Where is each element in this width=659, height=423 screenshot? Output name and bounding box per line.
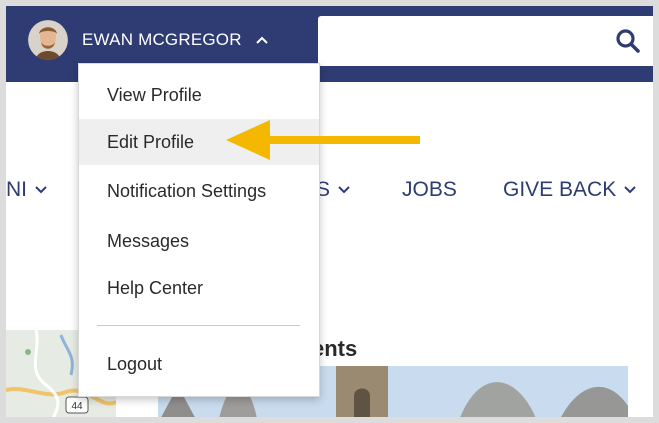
nav-item-s[interactable]: S [316, 178, 350, 202]
nav-item-label: NI [6, 178, 27, 201]
menu-item-messages[interactable]: Messages [79, 218, 319, 264]
nav-item-ni[interactable]: NI [6, 178, 47, 202]
map-shield-label: 44 [71, 401, 83, 412]
nav-item-label: GIVE BACK [503, 178, 617, 201]
user-dropdown-menu: View Profile Edit Profile Notification S… [78, 63, 320, 397]
chevron-up-icon [255, 36, 268, 44]
menu-item-notification-settings[interactable]: Notification Settings [79, 168, 319, 214]
menu-item-view-profile[interactable]: View Profile [79, 72, 319, 118]
menu-divider [97, 325, 300, 326]
nav-item-give-back[interactable]: GIVE BACK [503, 178, 636, 202]
screenshot-border [0, 417, 659, 423]
avatar [28, 20, 68, 60]
nav-item-label: JOBS [402, 178, 457, 201]
nav-item-jobs[interactable]: JOBS [402, 178, 457, 202]
user-menu-toggle[interactable]: EWAN MCGREGOR [28, 20, 268, 60]
menu-item-help-center[interactable]: Help Center [79, 265, 319, 311]
chevron-down-icon [338, 186, 350, 194]
search-box [318, 16, 653, 66]
user-name: EWAN MCGREGOR [82, 30, 242, 49]
annotation-arrow-icon [226, 120, 420, 160]
search-icon[interactable] [615, 28, 641, 54]
menu-item-logout[interactable]: Logout [79, 341, 319, 387]
chevron-down-icon [35, 186, 47, 194]
search-input[interactable] [318, 16, 622, 66]
chevron-down-icon [624, 186, 636, 194]
